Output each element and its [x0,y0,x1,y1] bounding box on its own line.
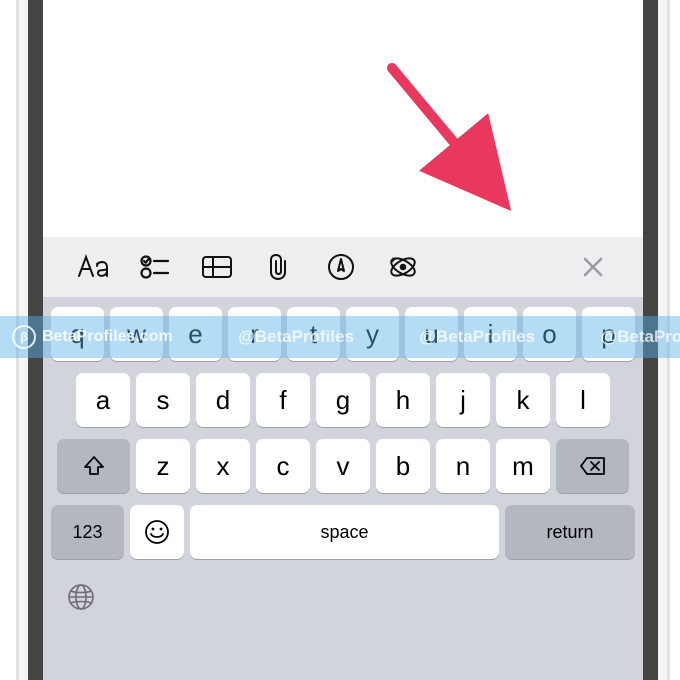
keyboard-row-1: q w e r t y u i o p [43,307,643,373]
key-s[interactable]: s [136,373,190,427]
markup-button[interactable] [313,244,369,290]
table-button[interactable] [189,244,245,290]
key-i[interactable]: i [464,307,517,361]
attachment-button[interactable] [251,244,307,290]
device-bezel: q w e r t y u i o p a s d [16,0,670,680]
key-b[interactable]: b [376,439,430,493]
key-j[interactable]: j [436,373,490,427]
key-d[interactable]: d [196,373,250,427]
key-y[interactable]: y [346,307,399,361]
key-t[interactable]: t [287,307,340,361]
key-q[interactable]: q [51,307,104,361]
formatting-toolbar [43,237,643,297]
shift-key[interactable] [57,439,130,493]
key-u[interactable]: u [405,307,458,361]
key-v[interactable]: v [316,439,370,493]
key-a[interactable]: a [76,373,130,427]
numbers-key[interactable]: 123 [51,505,124,559]
key-w[interactable]: w [110,307,163,361]
notes-canvas[interactable] [43,0,643,237]
key-h[interactable]: h [376,373,430,427]
text-format-button[interactable] [65,244,121,290]
key-z[interactable]: z [136,439,190,493]
key-r[interactable]: r [228,307,281,361]
key-k[interactable]: k [496,373,550,427]
device-screen: q w e r t y u i o p a s d [43,0,643,680]
key-l[interactable]: l [556,373,610,427]
key-g[interactable]: g [316,373,370,427]
key-x[interactable]: x [196,439,250,493]
key-f[interactable]: f [256,373,310,427]
space-key[interactable]: space [190,505,499,559]
keyboard-row-4: 123 space return [43,505,643,571]
backspace-key[interactable] [556,439,629,493]
close-toolbar-button[interactable] [565,244,621,290]
key-c[interactable]: c [256,439,310,493]
keyboard-row-3: z x c v b n m [43,439,643,505]
emoji-key[interactable] [130,505,184,559]
key-m[interactable]: m [496,439,550,493]
checklist-button[interactable] [127,244,183,290]
return-key[interactable]: return [505,505,635,559]
key-e[interactable]: e [169,307,222,361]
key-p[interactable]: p [582,307,635,361]
image-playground-button[interactable] [375,244,431,290]
key-o[interactable]: o [523,307,576,361]
key-n[interactable]: n [436,439,490,493]
globe-key[interactable] [61,577,101,617]
ios-keyboard: q w e r t y u i o p a s d [43,297,643,680]
keyboard-row-2: a s d f g h j k l [43,373,643,439]
